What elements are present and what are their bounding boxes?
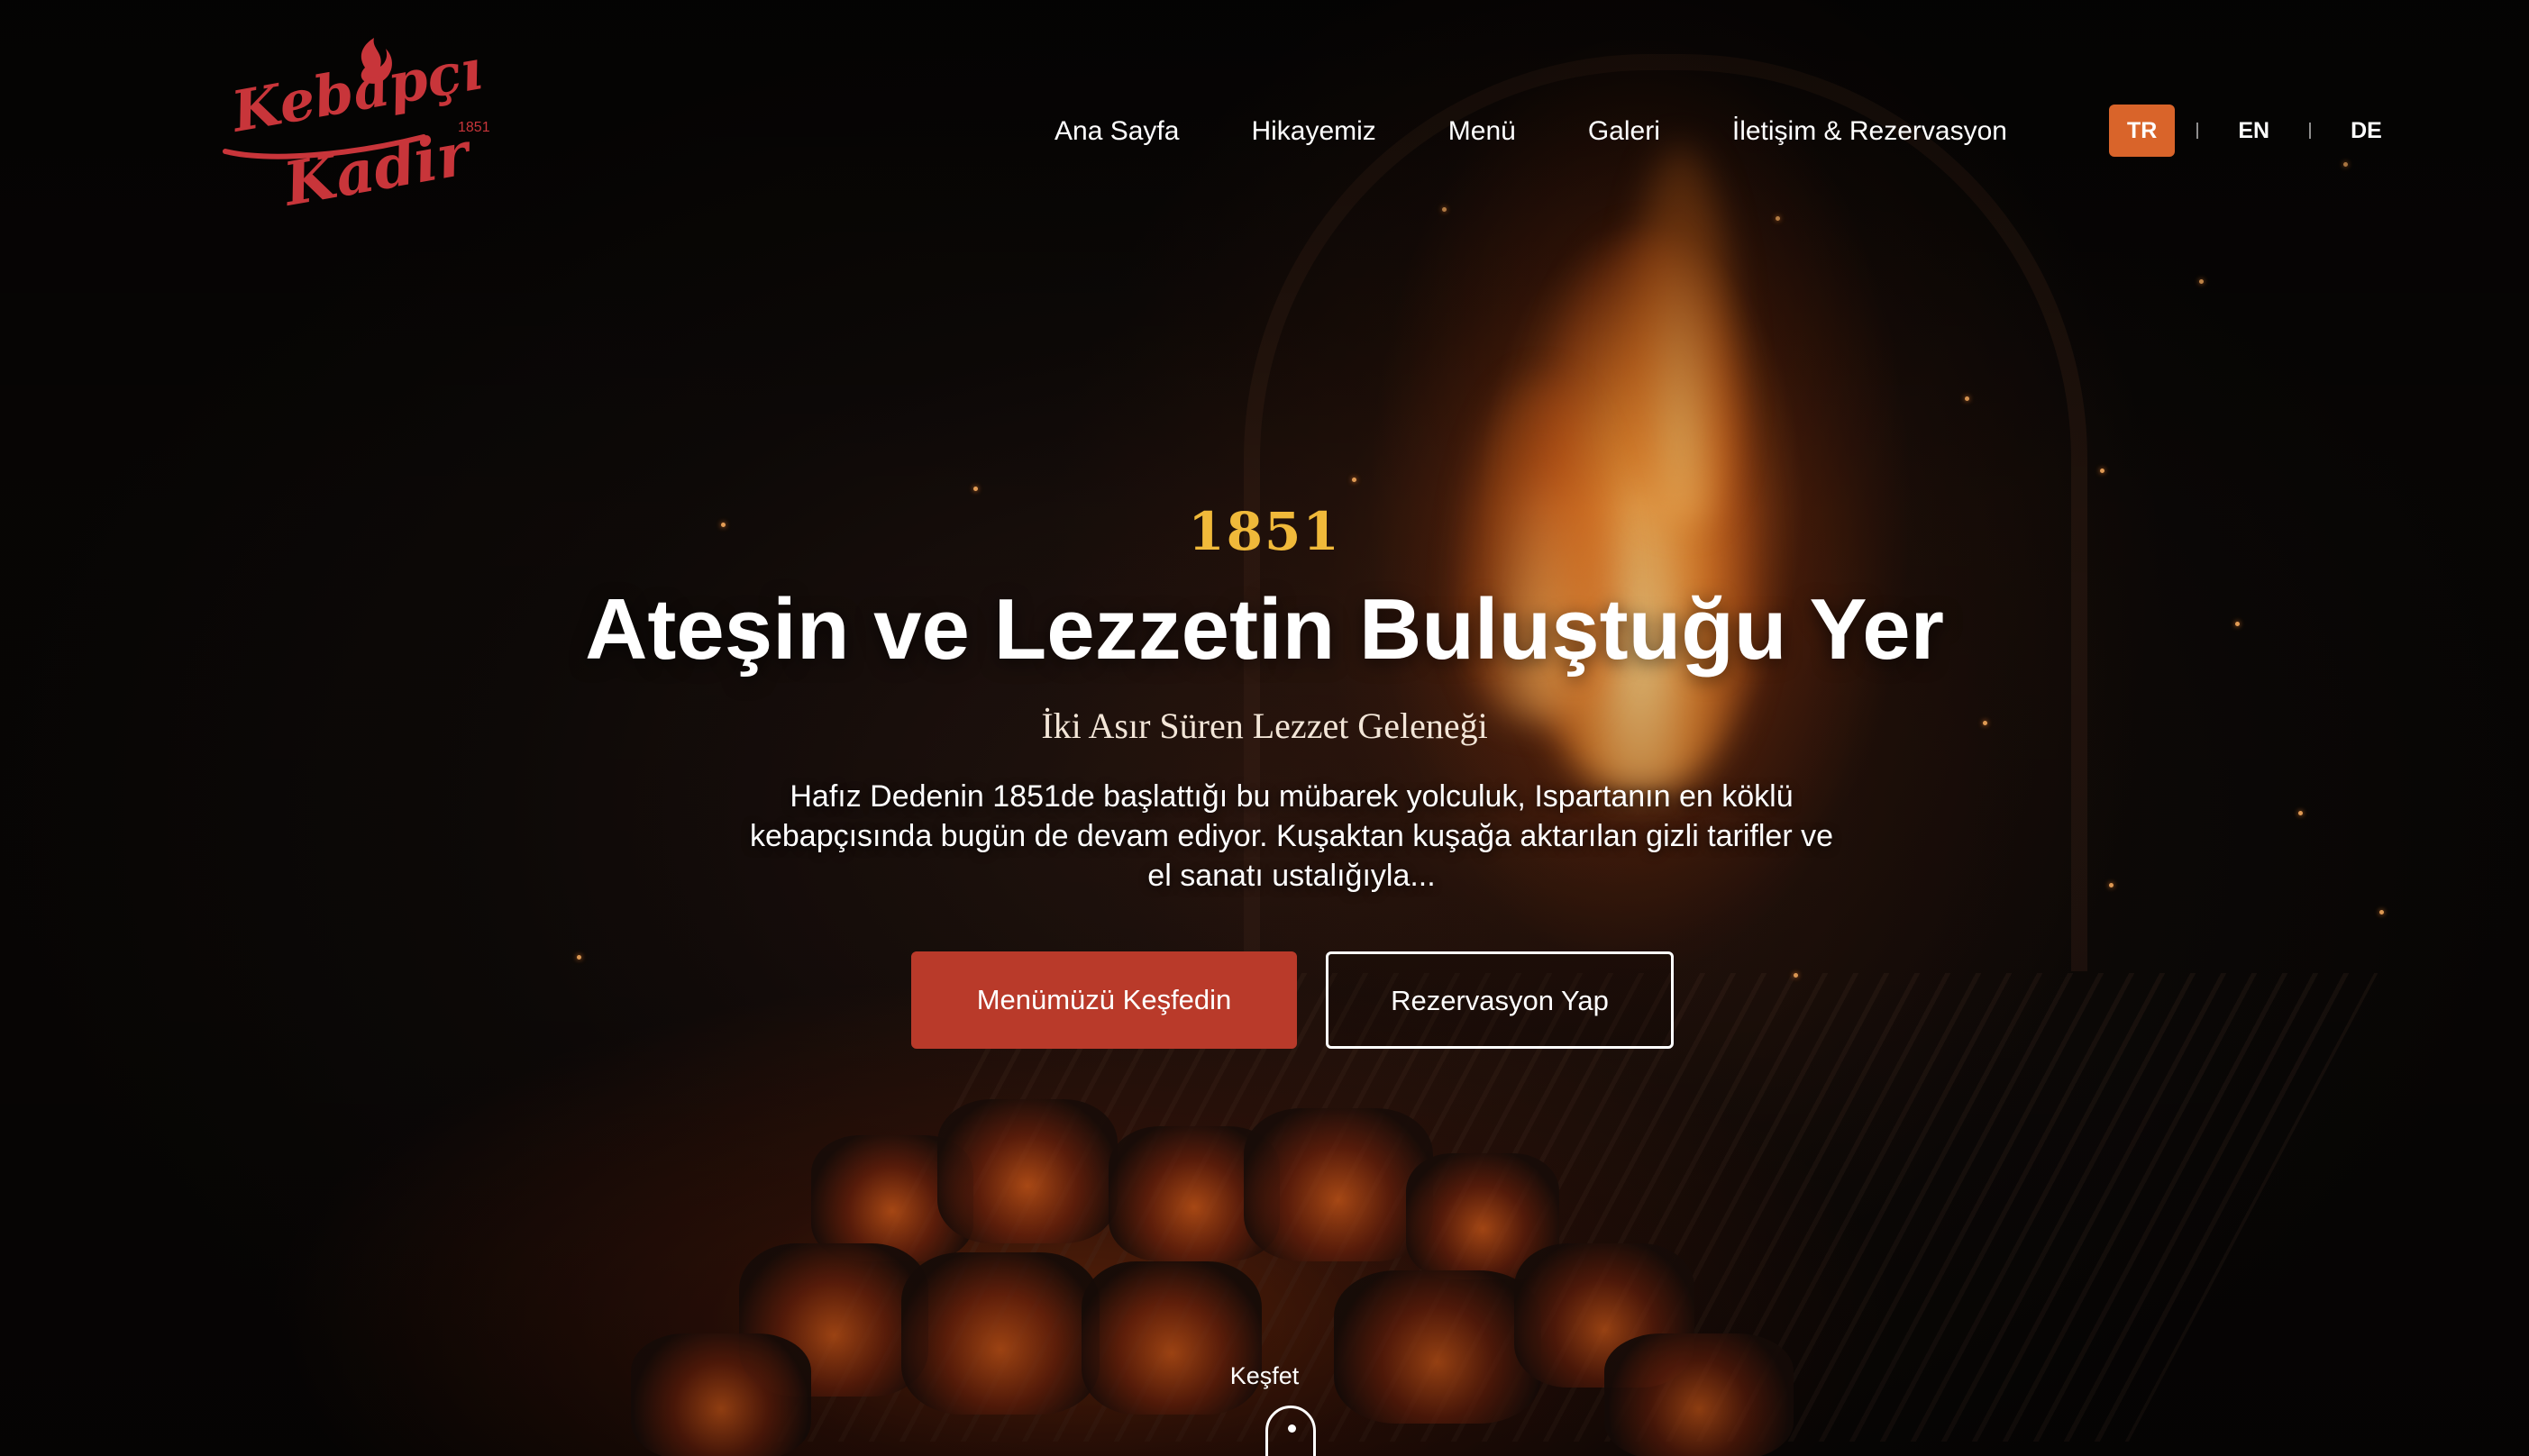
hero-title: Ateşin ve Lezzetin Buluştuğu Yer: [585, 581, 1944, 678]
language-switcher: TR EN DE: [2109, 105, 2400, 157]
hero-year: 1851: [1188, 501, 1341, 562]
lang-tr-button[interactable]: TR: [2109, 105, 2176, 157]
logo-graphic: Kebapçı Kadir 1851: [223, 36, 490, 220]
logo-line2: Kadir: [277, 117, 478, 220]
nav-link-story[interactable]: Hikayemiz: [1251, 116, 1375, 147]
explore-menu-button[interactable]: Menümüzü Keşfedin: [911, 951, 1297, 1049]
brand-logo[interactable]: Kebapçı Kadir 1851: [207, 36, 505, 225]
lang-en-button[interactable]: EN: [2220, 105, 2287, 157]
scroll-wheel-dot: [1288, 1424, 1296, 1433]
hero-subtitle: İki Asır Süren Lezzet Geleneği: [1041, 705, 1488, 746]
logo-year: 1851: [458, 120, 490, 135]
nav-link-home[interactable]: Ana Sayfa: [1055, 116, 1179, 147]
lang-de-button[interactable]: DE: [2333, 105, 2400, 157]
lang-divider: [2196, 123, 2199, 139]
lang-divider: [2309, 123, 2312, 139]
main-nav: Ana Sayfa Hikayemiz Menü Galeri İletişim…: [1055, 106, 2007, 157]
scroll-mouse-icon[interactable]: [1265, 1406, 1316, 1456]
nav-link-menu[interactable]: Menü: [1448, 116, 1516, 147]
reservation-button[interactable]: Rezervasyon Yap: [1326, 951, 1674, 1049]
nav-link-gallery[interactable]: Galeri: [1588, 116, 1660, 147]
scroll-label[interactable]: Keşfet: [0, 1362, 2529, 1390]
nav-link-contact[interactable]: İletişim & Rezervasyon: [1732, 116, 2007, 147]
hero-description: Hafız Dedenin 1851de başlattığı bu mübar…: [749, 779, 1834, 893]
